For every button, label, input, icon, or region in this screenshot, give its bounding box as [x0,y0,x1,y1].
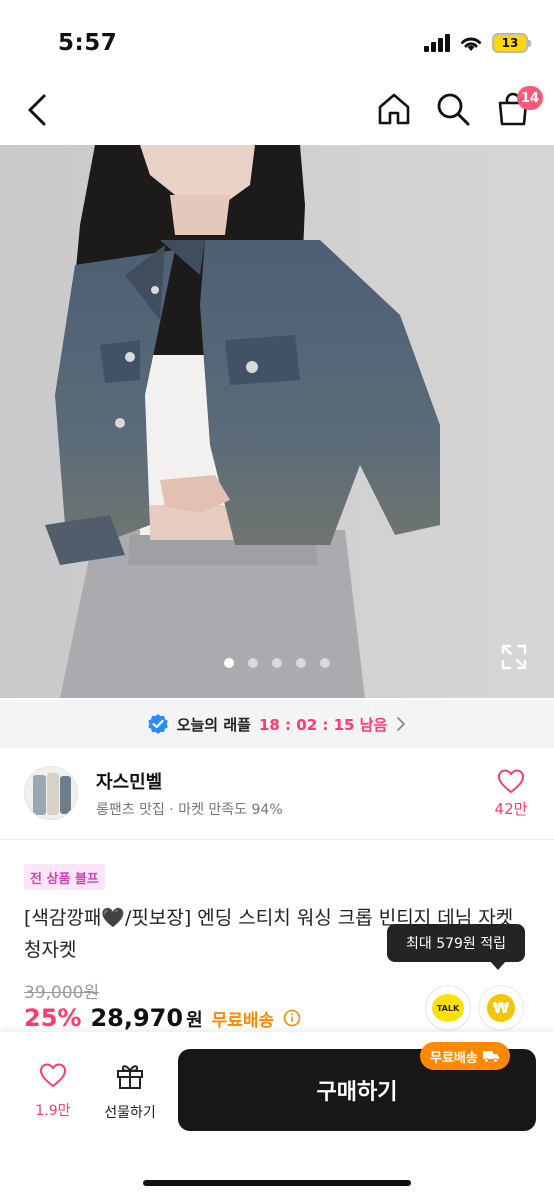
info-icon[interactable] [283,1009,301,1027]
status-bar: 5:57 13 [0,0,554,80]
wifi-icon [461,37,481,51]
tooltip-arrow [490,961,506,970]
sale-price: 28,970 [90,1004,184,1032]
shop-like-count: 42만 [494,800,528,818]
shop-avatar-image [25,767,77,819]
nav-bar [0,80,554,142]
gallery-dot[interactable] [272,658,282,668]
product-photo-illustration [0,145,554,698]
home-indicator [143,1180,411,1186]
expand-icon[interactable] [501,644,527,670]
delivery-truck-icon [482,1051,499,1063]
raffle-label: 오늘의 래플 [176,715,251,734]
shop-info-row[interactable]: 자스민벨 롱팬츠 맛집 · 마켓 만족도 94% 42만 [0,748,554,840]
gift-icon [117,1065,143,1089]
gallery-dot[interactable] [224,658,234,668]
like-count: 1.9만 [35,1103,71,1119]
raffle-banner[interactable]: 오늘의 래플 18 : 02 : 15 남음 [0,700,554,748]
cart-count-badge: 14 [517,86,544,110]
talk-label: TALK [436,1003,460,1013]
raffle-countdown: 18 : 02 : 15 남음 [258,715,388,734]
shop-description: 롱팬츠 맛집 · 마켓 만족도 94% [96,802,283,818]
free-shipping-chip: 무료배송 [420,1042,510,1070]
original-price: 39,000원 [24,983,100,1003]
free-shipping-label: 무료배송 [211,1011,275,1031]
point-button[interactable]: ₩ [478,985,524,1031]
discount-rate: 25% [24,1004,82,1032]
status-time: 5:57 [58,30,118,56]
back-arrow-icon[interactable] [20,90,54,130]
price-currency: 원 [186,1010,203,1031]
home-icon[interactable] [375,90,413,128]
shop-name[interactable]: 자스민벨 [96,768,162,794]
gift-label: 선물하기 [104,1105,156,1121]
search-icon[interactable] [434,90,472,128]
point-symbol: ₩ [492,999,510,1017]
won-coin-icon: ₩ [487,994,515,1022]
status-indicators: 13 [424,33,531,53]
heart-outline-icon[interactable] [497,768,525,794]
point-tooltip: 최대 579원 적립 [387,924,525,962]
kakao-talk-button[interactable]: TALK [425,985,471,1031]
heart-outline-icon [40,1063,66,1087]
price-row: 25% 28,970 원 무료배송 [24,1004,301,1032]
chevron-right-icon [397,717,406,731]
gallery-dot[interactable] [296,658,306,668]
verified-badge-icon [147,714,168,734]
battery-icon: 13 [492,33,531,53]
shop-avatar[interactable] [24,766,78,820]
cellular-signal-icon [424,34,450,52]
battery-level: 13 [501,36,519,50]
talk-bubble-icon: TALK [432,994,464,1022]
gift-button[interactable]: 선물하기 [96,1062,164,1122]
gallery-dot[interactable] [320,658,330,668]
gallery-dot[interactable] [248,658,258,668]
promo-badge: 전 상품 블프 [24,864,105,890]
free-shipping-chip-label: 무료배송 [430,1050,478,1066]
gallery-pagination [0,658,554,668]
product-photo[interactable] [0,145,554,698]
like-button[interactable]: 1.9만 [20,1062,86,1120]
